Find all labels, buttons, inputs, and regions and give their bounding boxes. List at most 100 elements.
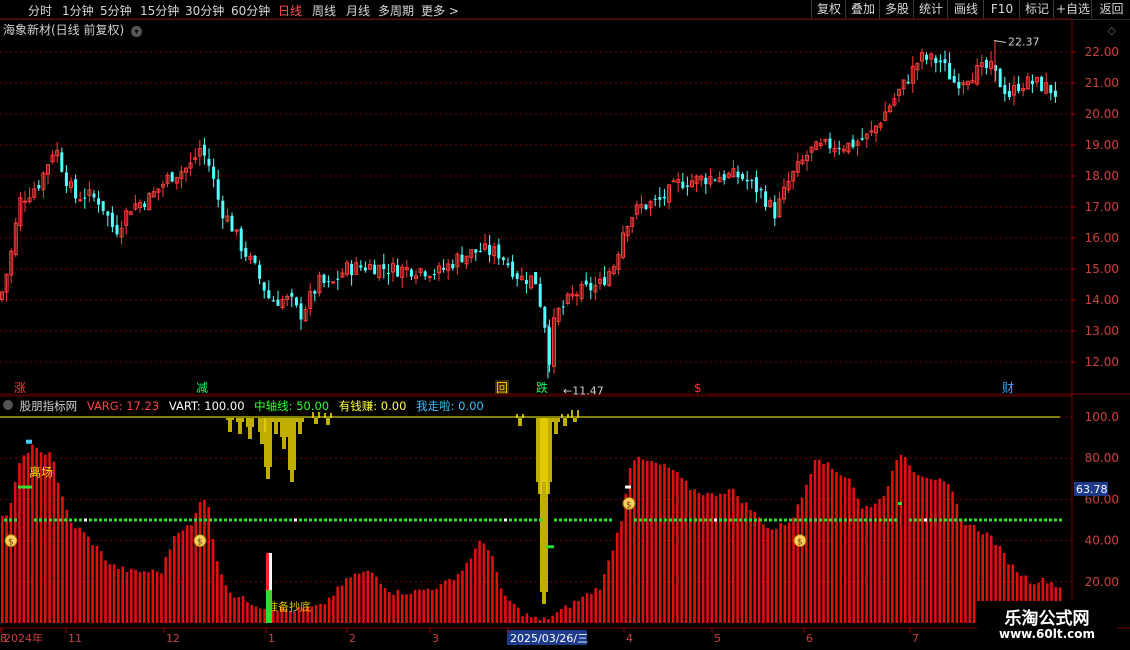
candle-body-down: [221, 200, 225, 219]
varg-bar: [964, 525, 967, 623]
zhongzhou-dot: [74, 518, 77, 522]
zhongzhou-dot: [104, 518, 107, 522]
zhongzhou-dot: [554, 518, 557, 522]
zhongzhou-dot: [564, 518, 567, 522]
varg-bar: [409, 593, 413, 623]
candle-body-down: [101, 201, 105, 212]
varg-bar: [843, 477, 847, 623]
varg-bar: [624, 493, 628, 623]
zhongzhou-dot: [429, 518, 432, 522]
zhongzhou-dot: [719, 518, 722, 522]
date-label-3: 1: [268, 632, 275, 645]
varg-bar: [168, 549, 172, 623]
green-marker: [546, 545, 554, 549]
zhongzhou-dot: [279, 518, 282, 522]
varg-bar: [228, 592, 232, 623]
varg-bar: [628, 467, 632, 623]
candle-body-down: [276, 299, 280, 306]
varg-bar: [263, 608, 266, 623]
zhongzhou-dot: [984, 518, 987, 522]
date-label-11: 8: [0, 632, 7, 645]
zhongzhou-dot: [594, 518, 597, 522]
zhongzhou-dot: [144, 518, 147, 522]
zhongzhou-dot: [949, 518, 952, 522]
varg-value: VARG: 17.23: [86, 399, 160, 413]
varg-bar: [822, 463, 825, 623]
zhongzhou-dot: [534, 518, 537, 522]
candle-body-down: [202, 144, 206, 156]
youqian-value: 有钱赚: 0.00: [338, 399, 407, 413]
varg-bar: [869, 507, 873, 623]
price-axis-label: 15.00: [1085, 262, 1119, 276]
varg-bar: [1, 515, 4, 623]
candle-body-down: [662, 196, 666, 199]
varg-bar: [680, 477, 683, 623]
watermark: 乐淘公式网 www.60lt.com: [977, 601, 1117, 647]
zhongzhou-dot: [44, 518, 47, 522]
varg-bar: [607, 560, 610, 623]
zhongzhou-dot: [364, 518, 367, 522]
zhongzhou-dot: [169, 518, 172, 522]
candle-body-down: [561, 306, 565, 308]
settings-icon[interactable]: [3, 400, 13, 410]
zhongzhou-dot: [9, 518, 12, 522]
zhongzhou-dot: [994, 518, 997, 522]
varg-bar: [861, 508, 864, 623]
candle-body-down: [543, 306, 547, 328]
varg-bar: [951, 491, 954, 623]
varg-bar: [620, 521, 623, 623]
zhongzhou-dot: [729, 518, 732, 522]
varg-bar: [194, 512, 198, 623]
zhongzhou-dot: [484, 518, 487, 522]
zhongzhou-dot: [409, 518, 412, 522]
varg-bar: [671, 470, 675, 623]
zhongzhou-dot: [869, 518, 872, 522]
zhongzhou-dot: [424, 518, 427, 522]
varg-bar: [224, 585, 228, 623]
price-axis-label: 20.00: [1085, 107, 1119, 121]
candle-body-down: [925, 54, 929, 60]
indicator-name[interactable]: 股朋指标网: [20, 399, 78, 413]
zhongzhou-dot: [349, 518, 352, 522]
zhongzhou-dot: [579, 518, 582, 522]
candle-body-down: [497, 244, 501, 259]
varg-bar: [547, 619, 550, 623]
candle-body-down: [511, 261, 515, 277]
varg-bar: [130, 568, 133, 623]
zhongzhou-dot: [4, 518, 7, 522]
zhongzhou-dot: [874, 518, 877, 522]
zhongzhou-dot: [1044, 518, 1047, 522]
varg-bar: [323, 604, 327, 623]
varg-bar: [396, 589, 400, 623]
candle-body-down: [515, 273, 519, 279]
zhongzhou-dot: [959, 518, 962, 522]
date-label-6: 2025/03/26/三: [510, 632, 588, 645]
varg-bar: [770, 529, 774, 623]
candle-body-down: [658, 197, 662, 200]
candle-body-down: [359, 265, 363, 268]
varg-bar: [667, 467, 671, 623]
varg-bar: [134, 569, 137, 623]
varg-bar: [104, 560, 107, 623]
zhongzhou-dot: [329, 518, 332, 522]
zhongzhou-dot: [569, 518, 572, 522]
zhongzhou-dot: [859, 518, 862, 522]
chart-canvas[interactable]: 22.00 21.00 20.00 19.00 18.00 17.00 16.00 15.00…: [0, 0, 1130, 650]
varg-bar: [392, 594, 395, 623]
zhongzhou-dot: [59, 518, 62, 522]
candle-body-down: [115, 224, 119, 235]
candle-body-down: [998, 68, 1002, 88]
candle-body-down: [943, 59, 947, 64]
zhongzhou-dot: [514, 518, 517, 522]
zhongzhou-dot: [749, 518, 752, 522]
zhongzhou-dot: [644, 518, 647, 522]
zhongzhou-dot: [854, 518, 857, 522]
varg-bar: [693, 489, 696, 623]
varg-bar: [147, 572, 150, 623]
zhongzhou-dot: [114, 518, 117, 522]
varg-bar: [663, 463, 666, 623]
zhongzhou-dot: [999, 518, 1002, 522]
zhongzhou-dot: [964, 518, 967, 522]
price-axis-label: 21.00: [1085, 76, 1119, 90]
zhongzhou-dot: [404, 518, 407, 522]
